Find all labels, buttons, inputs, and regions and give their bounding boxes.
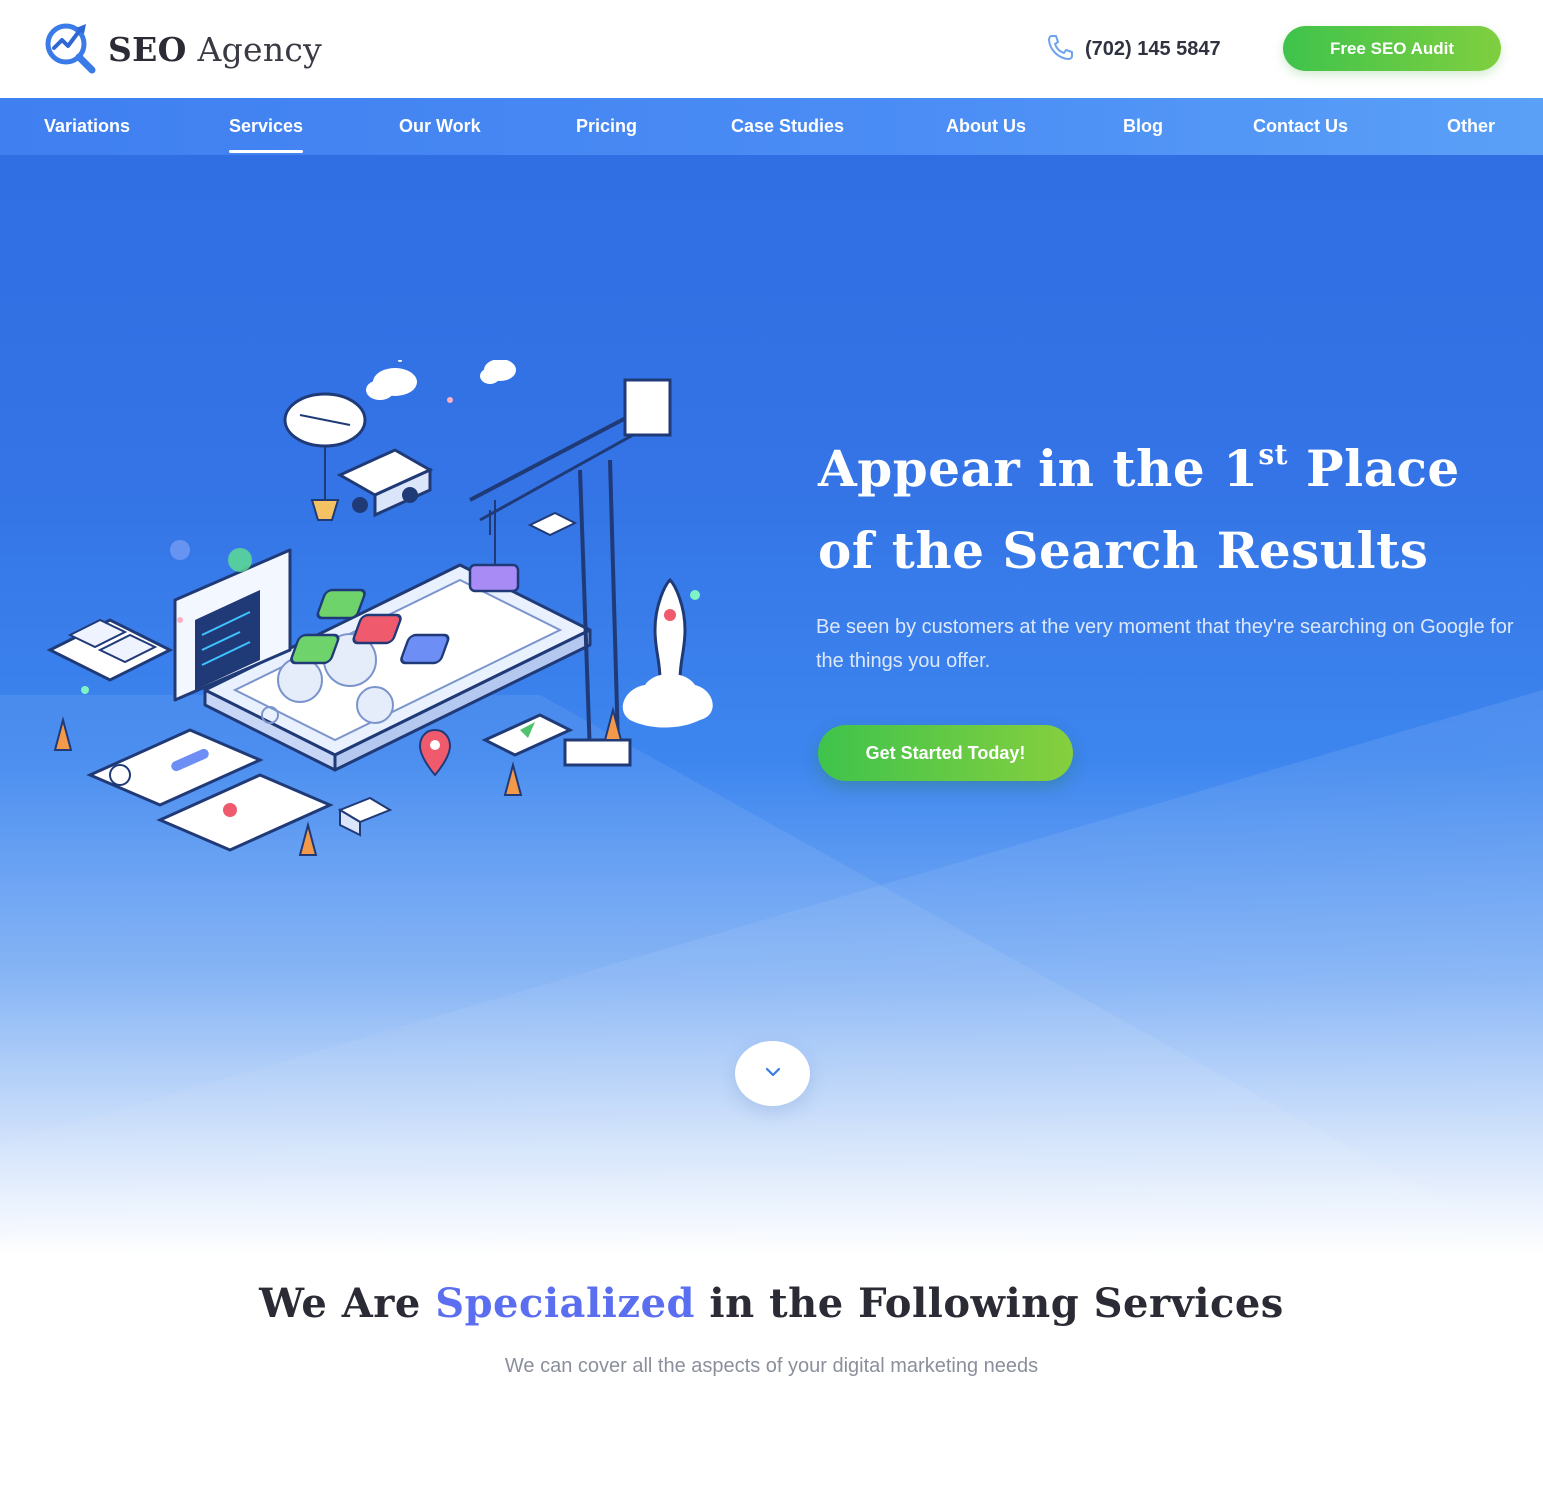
- main-nav: Variations Services Our Work Pricing Cas…: [0, 98, 1543, 155]
- phone-icon: [1045, 32, 1075, 67]
- hero-subtitle: Be seen by customers at the very moment …: [816, 616, 1514, 672]
- services-heading: We Are Specialized in the Following Serv…: [259, 1280, 1284, 1327]
- nav-item-variations[interactable]: Variations: [44, 98, 130, 155]
- nav-item-pricing[interactable]: Pricing: [576, 98, 637, 155]
- site-logo[interactable]: SEO Agency: [42, 22, 322, 76]
- hero-title: Appear in the 1st Place of the Search Res…: [818, 438, 1460, 580]
- nav-item-services[interactable]: Services: [229, 98, 304, 155]
- scroll-down-button[interactable]: [735, 1041, 810, 1106]
- nav-item-other[interactable]: Other: [1447, 98, 1495, 155]
- nav-item-contact-us[interactable]: Contact Us: [1253, 98, 1348, 155]
- phone-number: (702) 145 5847: [1085, 37, 1221, 60]
- chevron-down-icon: [763, 1066, 783, 1081]
- misc-box-illustration: [337, 796, 393, 837]
- nav-item-case-studies[interactable]: Case Studies: [731, 98, 844, 155]
- services-subtitle: We can cover all the aspects of your dig…: [504, 1355, 1039, 1377]
- nav-item-our-work[interactable]: Our Work: [399, 98, 481, 155]
- hero-section: Appear in the 1st Place of the Search Res…: [0, 155, 1543, 1255]
- get-started-button[interactable]: Get Started Today!: [818, 725, 1073, 781]
- logo-text: SEO Agency: [108, 29, 323, 69]
- forklift-illustration: [336, 448, 434, 518]
- site-header: SEO Agency (702) 145 5847 Free SEO Audit: [0, 0, 1543, 98]
- magnifier-chart-logo-icon: [42, 20, 98, 79]
- isometric-seo-illustration: [46, 360, 713, 856]
- map-pin-illustration: [418, 728, 452, 777]
- rocket-illustration: [622, 577, 713, 728]
- cloud-illustration: [366, 360, 516, 400]
- services-heading-accent: Specialized: [435, 1280, 695, 1327]
- airship-illustration: [283, 392, 367, 521]
- nav-item-about-us[interactable]: About Us: [946, 98, 1026, 155]
- free-seo-audit-button[interactable]: Free SEO Audit: [1283, 26, 1501, 71]
- phone-contact[interactable]: (702) 145 5847: [1045, 33, 1221, 65]
- nav-item-blog[interactable]: Blog: [1123, 98, 1163, 155]
